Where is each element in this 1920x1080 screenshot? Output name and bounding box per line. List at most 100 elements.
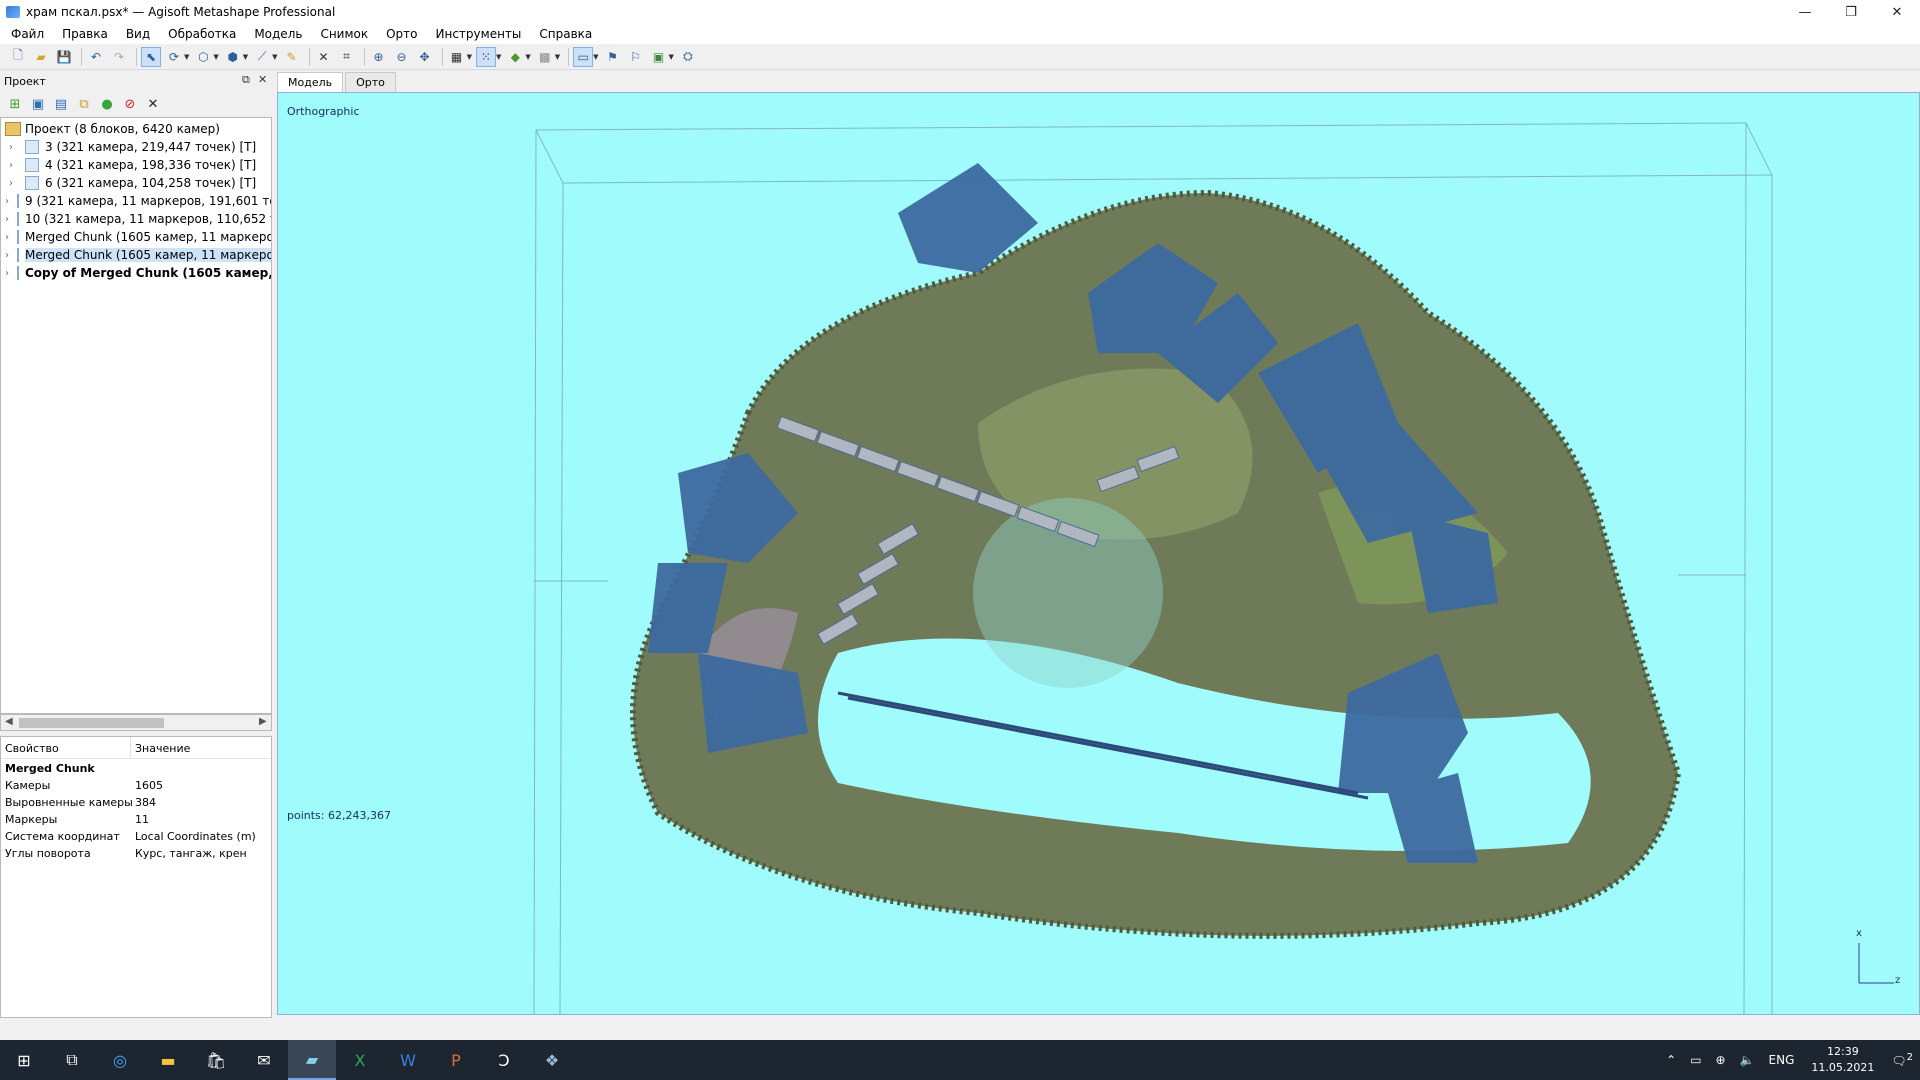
disable-icon[interactable]: ⊘ <box>121 95 139 113</box>
point-cloud-scene[interactable] <box>278 93 1920 1015</box>
powerpoint-icon[interactable]: P <box>432 1040 480 1080</box>
chevron-down-icon[interactable]: ▼ <box>213 53 218 61</box>
chevron-down-icon[interactable]: ▼ <box>525 53 530 61</box>
chevron-down-icon[interactable]: ▼ <box>555 53 560 61</box>
float-panel-icon[interactable]: ⧉ <box>242 73 250 87</box>
tab-model[interactable]: Модель <box>277 72 344 92</box>
grid-view-icon[interactable]: ▦ <box>447 47 467 67</box>
menu-help[interactable]: Справка <box>530 24 601 44</box>
language-indicator[interactable]: ENG <box>1769 1053 1795 1067</box>
volume-icon[interactable]: 🔈 <box>1740 1053 1755 1067</box>
restore-button[interactable]: ❐ <box>1828 0 1874 24</box>
chevron-down-icon[interactable]: ▼ <box>243 53 248 61</box>
delete-icon[interactable]: ✕ <box>314 47 334 67</box>
zoom-out-icon[interactable]: ⊖ <box>392 47 412 67</box>
new-doc-icon[interactable]: 🗋 <box>8 47 28 67</box>
metashape-icon[interactable]: ▰ <box>288 1040 336 1080</box>
tree-item-chunk-active[interactable]: › Copy of Merged Chunk (1605 камер, 11 <box>1 264 271 282</box>
chevron-down-icon[interactable]: ▼ <box>669 53 674 61</box>
menu-photo[interactable]: Снимок <box>311 24 377 44</box>
chevron-down-icon[interactable]: ▼ <box>496 53 501 61</box>
rotate-icon[interactable]: ⟳ <box>164 47 184 67</box>
tree-item-chunk[interactable]: › 3 (321 камера, 219,447 точек) [T] <box>1 138 271 156</box>
add-photos-icon[interactable]: ▣ <box>29 95 47 113</box>
model-viewport[interactable]: Orthographic points: 62,243,367 x z <box>277 92 1920 1015</box>
scrollbar-thumb[interactable] <box>19 718 164 728</box>
region-box-icon[interactable]: ⛭ <box>678 47 698 67</box>
open-folder-icon[interactable]: ▰ <box>31 47 51 67</box>
select-pointer-icon[interactable]: ⬉ <box>141 46 161 67</box>
tree-item-chunk-selected[interactable]: › Merged Chunk (1605 камер, 11 маркеров, <box>1 246 271 264</box>
value-column-header[interactable]: Значение <box>135 742 190 755</box>
add-folder-icon[interactable]: ▤ <box>52 95 70 113</box>
clock[interactable]: 12:39 11.05.2021 <box>1811 1044 1874 1076</box>
cameras-icon[interactable]: ▭ <box>573 46 594 67</box>
battery-icon[interactable]: ▭ <box>1690 1053 1701 1067</box>
minimize-button[interactable]: — <box>1782 0 1828 24</box>
expand-arrow-icon[interactable]: › <box>5 160 17 171</box>
scroll-right-icon[interactable]: ▶ <box>259 716 267 727</box>
redo-icon[interactable]: ↷ <box>109 47 129 67</box>
zoom-in-icon[interactable]: ⊕ <box>369 47 389 67</box>
menu-workflow[interactable]: Обработка <box>159 24 245 44</box>
tree-horizontal-scrollbar[interactable]: ◀ ▶ <box>0 714 272 731</box>
region-icon[interactable]: ⬢ <box>223 47 243 67</box>
expand-arrow-icon[interactable]: › <box>5 214 9 225</box>
save-icon[interactable]: 💾 <box>54 47 74 67</box>
close-panel-icon[interactable]: ✕ <box>258 73 267 86</box>
scroll-left-icon[interactable]: ◀ <box>5 716 13 727</box>
mail-icon[interactable]: ✉ <box>240 1040 288 1080</box>
navigation-icon[interactable]: ⬡ <box>193 47 213 67</box>
enable-icon[interactable]: ● <box>98 95 116 113</box>
menu-edit[interactable]: Правка <box>53 24 117 44</box>
add-chunk-icon[interactable]: ⊞ <box>6 95 24 113</box>
tab-ortho[interactable]: Орто <box>345 72 396 92</box>
expand-arrow-icon[interactable]: › <box>5 268 9 279</box>
points-view-icon[interactable]: ⁙ <box>475 46 496 67</box>
tree-item-chunk[interactable]: › 4 (321 камера, 198,336 точек) [T] <box>1 156 271 174</box>
menu-view[interactable]: Вид <box>117 24 159 44</box>
menu-file[interactable]: Файл <box>2 24 53 44</box>
menu-tools[interactable]: Инструменты <box>427 24 531 44</box>
shaded-model-icon[interactable]: ◆ <box>505 47 525 67</box>
explorer-icon[interactable]: ▬ <box>144 1040 192 1080</box>
chevron-down-icon[interactable]: ▼ <box>184 53 189 61</box>
expand-arrow-icon[interactable]: › <box>5 232 9 243</box>
flags-icon[interactable]: ⚐ <box>626 47 646 67</box>
merge-chunks-icon[interactable]: ⧉ <box>75 95 93 113</box>
chevron-down-icon[interactable]: ▼ <box>272 53 277 61</box>
image-icon[interactable]: ▣ <box>649 47 669 67</box>
chevron-down-icon[interactable]: ▼ <box>593 53 598 61</box>
menu-ortho[interactable]: Орто <box>377 24 426 44</box>
store-icon[interactable]: 🛍 <box>192 1040 240 1080</box>
app-bird-icon[interactable]: ❖ <box>528 1040 576 1080</box>
edge-icon[interactable]: ◎ <box>96 1040 144 1080</box>
tree-item-chunk[interactable]: › 10 (321 камера, 11 маркеров, 110,652 т… <box>1 210 271 228</box>
wireframe-icon[interactable]: ▩ <box>535 47 555 67</box>
undo-icon[interactable]: ↶ <box>86 47 106 67</box>
expand-arrow-icon[interactable]: › <box>5 142 17 153</box>
close-window-button[interactable]: ✕ <box>1874 0 1920 24</box>
expand-arrow-icon[interactable]: › <box>5 250 9 261</box>
excel-icon[interactable]: X <box>336 1040 384 1080</box>
expand-arrow-icon[interactable]: › <box>5 196 9 207</box>
move-icon[interactable]: ✥ <box>415 47 435 67</box>
word-icon[interactable]: W <box>384 1040 432 1080</box>
task-view-icon[interactable]: ⧉ <box>48 1040 96 1080</box>
app-c-icon[interactable]: Ↄ <box>480 1040 528 1080</box>
notifications-icon[interactable]: 🗨2 <box>1891 1052 1913 1068</box>
tree-item-chunk[interactable]: › Merged Chunk (1605 камер, 11 маркеров, <box>1 228 271 246</box>
property-column-header[interactable]: Свойство <box>5 742 59 755</box>
start-icon[interactable]: ⊞ <box>0 1040 48 1080</box>
chevron-down-icon[interactable]: ▼ <box>467 53 472 61</box>
crop-icon[interactable]: ⌗ <box>337 47 357 67</box>
ruler-icon[interactable]: ⟋ <box>252 47 272 67</box>
markers-icon[interactable]: ⚑ <box>603 47 623 67</box>
network-icon[interactable]: ⊕ <box>1716 1053 1726 1067</box>
chevron-up-icon[interactable]: ⌃ <box>1666 1053 1676 1067</box>
menu-model[interactable]: Модель <box>245 24 311 44</box>
remove-icon[interactable]: ✕ <box>144 95 162 113</box>
tree-item-chunk[interactable]: › 9 (321 камера, 11 маркеров, 191,601 то… <box>1 192 271 210</box>
tree-item-chunk[interactable]: › 6 (321 камера, 104,258 точек) [T] <box>1 174 271 192</box>
measure-icon[interactable]: ✎ <box>282 47 302 67</box>
